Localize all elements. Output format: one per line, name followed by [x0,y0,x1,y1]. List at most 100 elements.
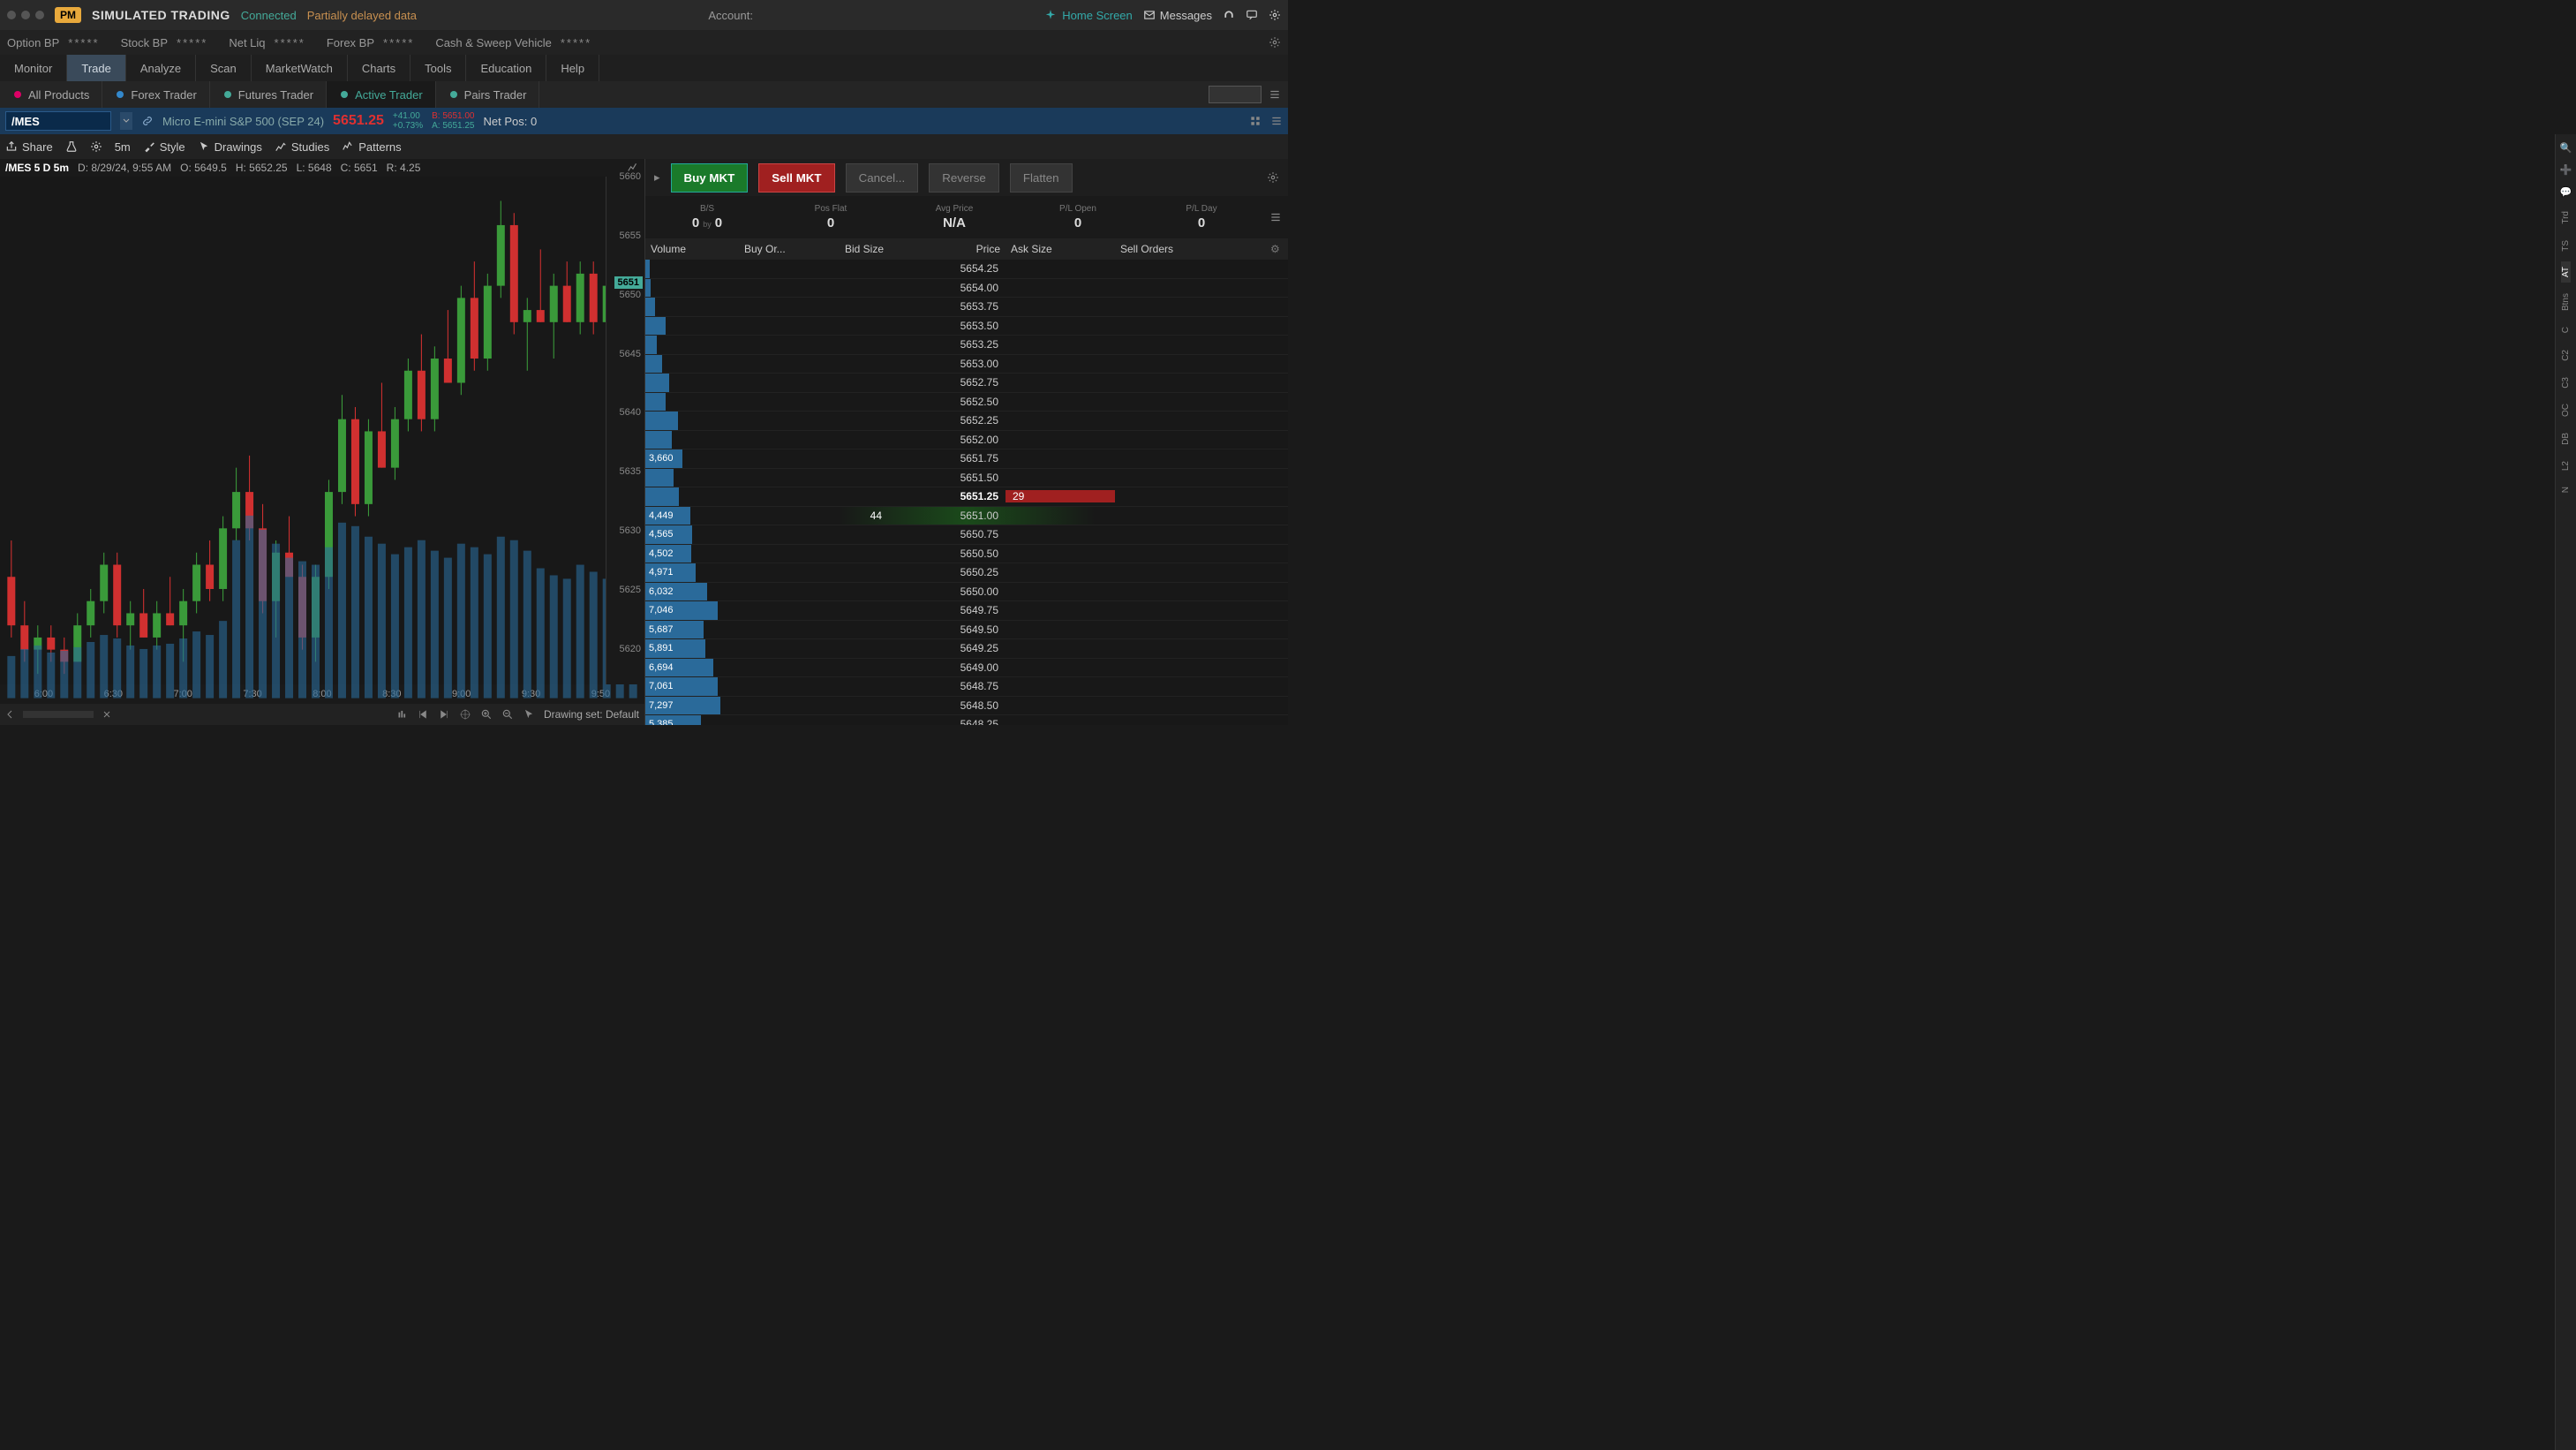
candlestick-chart[interactable] [0,177,644,699]
grid-icon[interactable] [1249,115,1262,127]
gear-icon[interactable] [1267,171,1279,184]
col-volume[interactable]: Volume [645,243,739,255]
drawing-set-label[interactable]: Drawing set: Default [544,708,639,721]
minimize-dot[interactable] [21,11,30,19]
zoom-out-icon[interactable] [501,708,514,721]
dom-row[interactable]: 5654.25 [645,260,1288,279]
dom-row[interactable]: 6,0325650.00 [645,583,1288,602]
forex-bp[interactable]: Forex BP***** [327,36,414,49]
subnav-all-products[interactable]: All Products [0,81,102,108]
rail-tool-icon[interactable]: 💬 [2560,184,2572,200]
dom-row[interactable]: 5,8915649.25 [645,639,1288,659]
nav-monitor[interactable]: Monitor [0,55,67,81]
dom-row[interactable]: 5653.00 [645,355,1288,374]
crosshair-icon[interactable] [459,708,471,721]
dom-ladder[interactable]: 5654.255654.005653.755653.505653.255653.… [645,260,1288,725]
interval-button[interactable]: 5m [115,140,131,154]
chat-icon[interactable] [1246,9,1258,21]
bars-icon[interactable] [395,708,408,721]
style-button[interactable]: Style [143,140,185,154]
rail-ts[interactable]: TS [2561,235,2571,257]
dom-row[interactable]: 5,3855648.25 [645,715,1288,725]
symbol-input[interactable]: /MES [5,111,111,131]
rail-n[interactable]: N [2561,481,2571,498]
subnav-forex-trader[interactable]: Forex Trader [102,81,209,108]
list-icon[interactable] [1270,115,1283,127]
rail-btns[interactable]: Btns [2561,288,2571,316]
nav-tools[interactable]: Tools [411,55,466,81]
gear-icon[interactable] [1269,9,1281,21]
sell-mkt-button[interactable]: Sell MKT [758,163,834,193]
dom-gear-icon[interactable]: ⚙ [1270,243,1288,255]
stock-bp[interactable]: Stock BP***** [121,36,208,49]
flatten-button[interactable]: Flatten [1010,163,1073,193]
subnav-search[interactable] [1209,86,1262,103]
drawings-button[interactable]: Drawings [198,140,262,154]
nav-scan[interactable]: Scan [196,55,252,81]
scrollbar[interactable] [23,711,94,718]
dom-row[interactable]: 5651.50 [645,469,1288,488]
rail-c2[interactable]: C2 [2561,344,2571,366]
dom-row[interactable]: 4,5025650.50 [645,545,1288,564]
messages-button[interactable]: Messages [1143,9,1212,22]
expand-icon[interactable] [102,710,111,719]
patterns-button[interactable]: Patterns [342,140,401,154]
rail-c[interactable]: C [2561,321,2571,338]
rail-trd[interactable]: Trd [2561,206,2571,230]
dom-row[interactable]: 7,2975648.50 [645,697,1288,716]
dom-row[interactable]: 5,6875649.50 [645,621,1288,640]
col-buy-orders[interactable]: Buy Or... [739,243,801,255]
share-button[interactable]: Share [5,140,53,154]
chart-area[interactable]: 5620562556305635564056455650565556605651 [0,177,644,684]
dom-row[interactable]: 7,0465649.75 [645,601,1288,621]
dom-row[interactable]: 5653.75 [645,298,1288,317]
rail-db[interactable]: DB [2561,427,2571,450]
dom-row[interactable]: 5652.00 [645,431,1288,450]
subnav-pairs-trader[interactable]: Pairs Trader [436,81,540,108]
dom-row[interactable]: 6,6945649.00 [645,659,1288,678]
dom-row[interactable]: 5652.75 [645,374,1288,393]
dom-row[interactable]: 4,9715650.25 [645,563,1288,583]
stats-list-icon[interactable] [1263,196,1288,238]
rail-tool-icon[interactable]: ➕ [2560,162,2572,178]
net-liq[interactable]: Net Liq***** [229,36,305,49]
y-axis[interactable]: 5620562556305635564056455650565556605651 [606,177,644,684]
skip-back-icon[interactable] [417,708,429,721]
nav-analyze[interactable]: Analyze [126,55,196,81]
pointer-icon[interactable] [523,708,535,721]
scroll-left-icon[interactable] [5,710,14,719]
nav-help[interactable]: Help [546,55,599,81]
rail-l2[interactable]: L2 [2561,456,2571,476]
rail-at[interactable]: AT [2561,261,2571,283]
dom-row[interactable]: 5652.50 [645,393,1288,412]
dom-row[interactable]: 5654.00 [645,279,1288,298]
cancel-button[interactable]: Cancel... [846,163,919,193]
col-ask-size[interactable]: Ask Size [1006,243,1115,255]
gear-icon[interactable] [90,140,102,153]
dom-row[interactable]: 4,5655650.75 [645,525,1288,545]
maximize-dot[interactable] [35,11,44,19]
nav-charts[interactable]: Charts [348,55,411,81]
nav-trade[interactable]: Trade [67,55,125,81]
subnav-futures-trader[interactable]: Futures Trader [210,81,327,108]
support-icon[interactable] [1223,9,1235,21]
dom-row[interactable]: 5653.25 [645,336,1288,355]
dom-row[interactable]: 5653.50 [645,317,1288,336]
rail-c3[interactable]: C3 [2561,372,2571,394]
option-bp[interactable]: Option BP***** [7,36,100,49]
link-icon[interactable] [141,115,154,127]
dom-row[interactable]: 7,0615648.75 [645,677,1288,697]
dom-row[interactable]: 5651.2529 [645,487,1288,507]
dom-row[interactable]: 3,6605651.75 [645,449,1288,469]
collapse-icon[interactable]: ▸ [654,170,660,185]
rail-tool-icon[interactable]: 🔍 [2560,140,2572,156]
buy-mkt-button[interactable]: Buy MKT [671,163,749,193]
studies-button[interactable]: Studies [275,140,329,154]
flask-icon[interactable] [65,140,78,153]
skip-fwd-icon[interactable] [438,708,450,721]
col-price[interactable]: Price [889,243,1006,255]
dom-row[interactable]: 4,449445651.00 [645,507,1288,526]
cash-sweep[interactable]: Cash & Sweep Vehicle***** [435,36,591,49]
nav-education[interactable]: Education [466,55,546,81]
symbol-dropdown[interactable] [120,112,132,130]
